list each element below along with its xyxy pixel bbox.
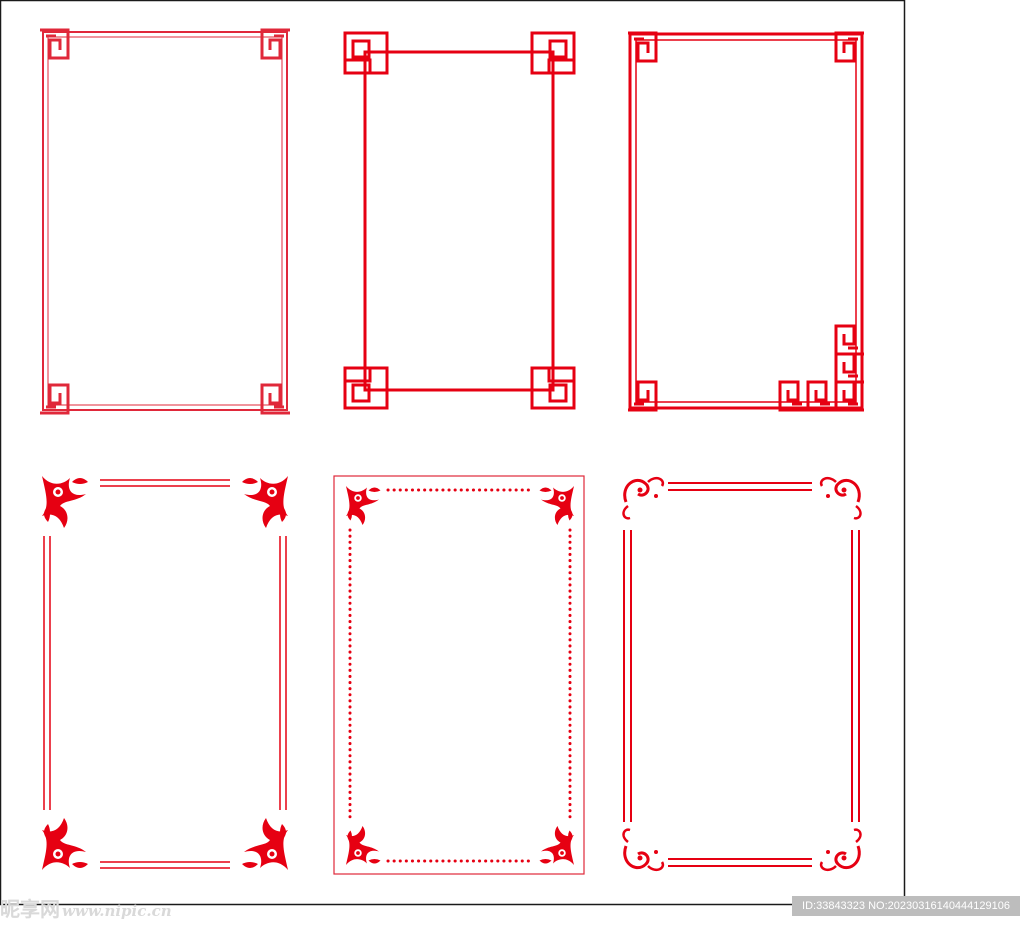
scroll-corner-icon <box>622 828 665 872</box>
fret-corner-icon <box>834 324 866 356</box>
fret-corner-icon <box>38 28 70 60</box>
fret-corner-icon <box>778 380 810 412</box>
watermark-brand-name: 昵享网 <box>0 897 60 921</box>
fret-corner-icon <box>626 31 658 63</box>
fret-corner-icon <box>626 380 658 412</box>
floral-corner-icon <box>42 818 88 870</box>
scroll-corner-icon <box>819 828 862 872</box>
frames-canvas <box>0 0 906 906</box>
watermark-site: www.nipic.cn <box>62 902 172 920</box>
scroll-corner-icon <box>622 476 665 520</box>
floral-corner-icon <box>242 818 288 870</box>
watermark-id-badge: ID:33843323 NO:20230316140444129106 <box>792 896 1020 916</box>
frame-1 <box>38 28 292 415</box>
frame-2 <box>343 31 576 410</box>
fret-corner-icon <box>260 28 292 60</box>
floral-corner-icon <box>346 486 381 525</box>
watermark-brand: 昵享网 www.nipic.cn <box>0 893 172 922</box>
artboard-border <box>0 0 906 906</box>
floral-corner-icon <box>539 486 574 525</box>
frame-5 <box>333 475 585 875</box>
floral-corner-icon <box>539 826 574 865</box>
fret-corner-icon <box>38 383 70 415</box>
floral-corner-icon <box>42 476 88 528</box>
frame-4 <box>42 476 288 870</box>
fret-corner-icon <box>834 380 866 412</box>
fret-corner-icon <box>806 380 838 412</box>
fret-corner-icon <box>834 31 866 63</box>
floral-corner-icon <box>346 826 381 865</box>
frame-3 <box>626 31 866 412</box>
fret-corner-icon <box>834 352 866 384</box>
floral-corner-icon <box>242 476 288 528</box>
scroll-corner-icon <box>819 476 862 520</box>
fret-corner-icon <box>260 383 292 415</box>
frame-6 <box>622 476 862 872</box>
